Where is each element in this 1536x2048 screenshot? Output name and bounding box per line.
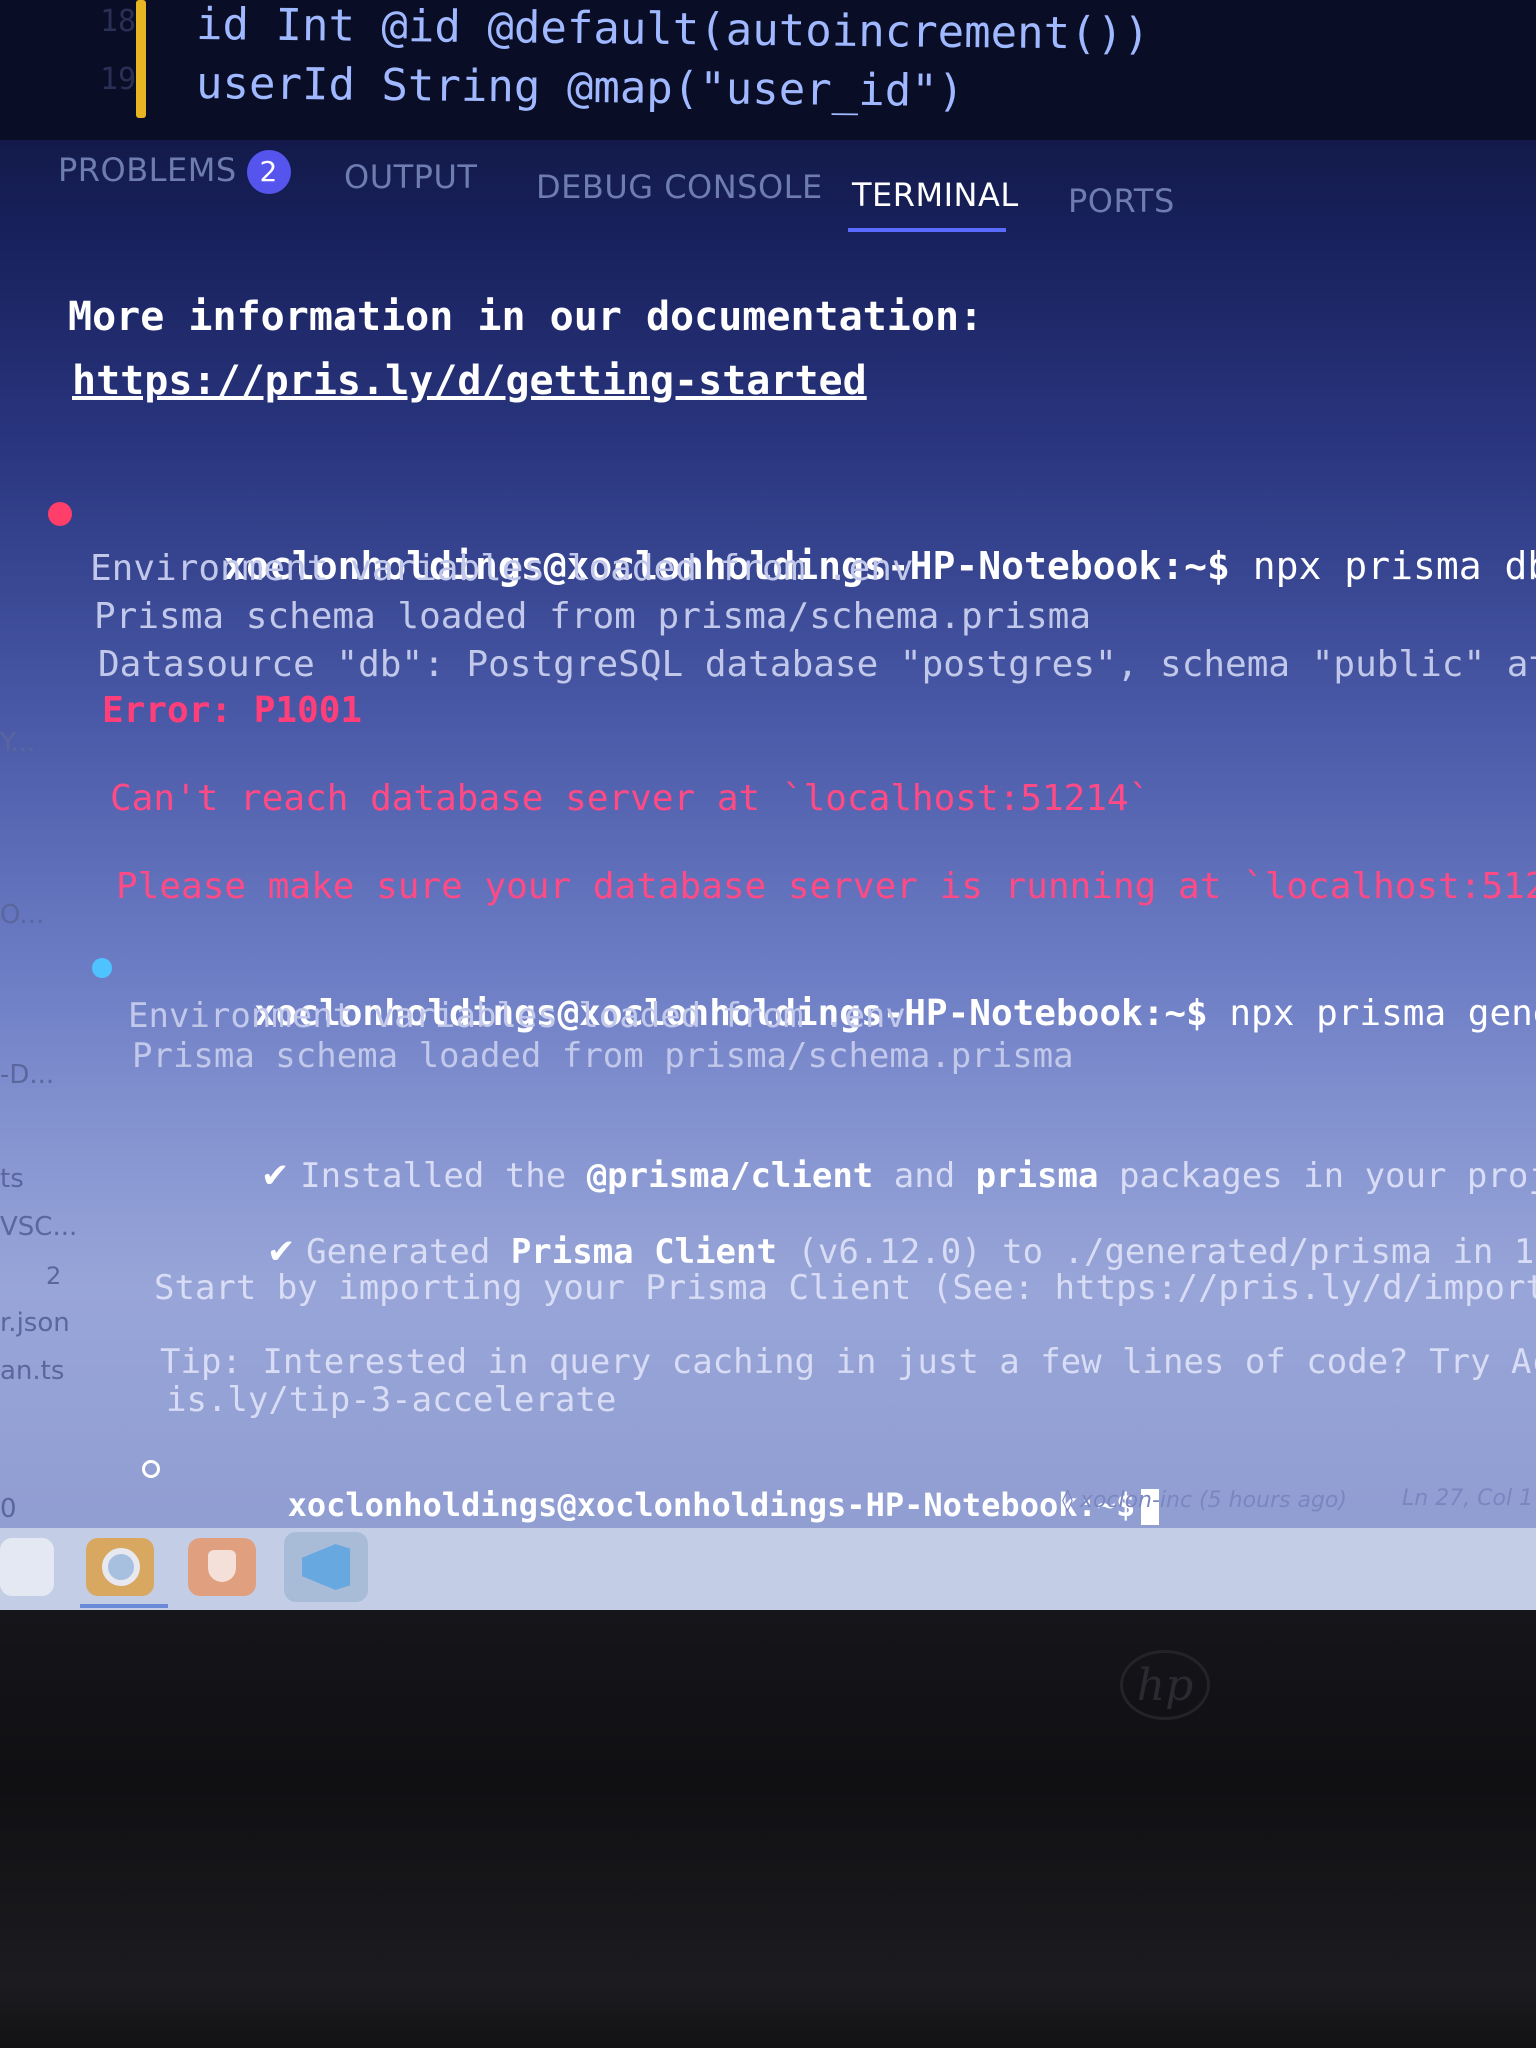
sidebar-item[interactable]: Y... xyxy=(0,728,35,758)
vscode-icon[interactable] xyxy=(284,1532,368,1602)
text: and xyxy=(873,1156,976,1196)
output-line: is.ly/tip-3-accelerate xyxy=(166,1380,617,1420)
text: (v6.12.0) to ./generated/prisma in 145ms xyxy=(776,1232,1536,1272)
vscode-logo xyxy=(302,1544,350,1590)
output-line: Datasource "db": PostgreSQL database "po… xyxy=(98,644,1536,685)
tab-label: PROBLEMS xyxy=(58,151,237,189)
success-status-icon xyxy=(92,958,112,978)
text: Generated xyxy=(306,1232,511,1272)
output-line: Prisma schema loaded from prisma/schema.… xyxy=(132,1036,1074,1076)
code-line: id Int @id @default(autoincrement()) xyxy=(195,0,1150,60)
tab-debug-console[interactable]: DEBUG CONSOLE xyxy=(536,168,823,206)
active-tab-indicator xyxy=(848,228,1006,232)
active-app-indicator xyxy=(80,1604,168,1608)
tab-output[interactable]: OUTPUT xyxy=(344,158,477,196)
tab-ports[interactable]: PORTS xyxy=(1068,182,1175,220)
line-number: 18 xyxy=(100,4,137,39)
sidebar-item[interactable]: -D... xyxy=(0,1060,54,1090)
problems-count-badge: 2 xyxy=(246,150,291,194)
chrome-icon[interactable] xyxy=(86,1538,154,1596)
output-line: Tip: Interested in query caching in just… xyxy=(160,1342,1536,1382)
output-line: Environment variables loaded from .env xyxy=(128,996,906,1036)
idle-status-icon xyxy=(142,1460,160,1478)
git-branch-icon: ◊ xyxy=(1062,1488,1080,1513)
sidebar-item[interactable]: O... xyxy=(0,900,44,930)
output-line: Prisma schema loaded from prisma/schema.… xyxy=(94,596,1091,637)
code-line: userId String @map("user_id") xyxy=(195,57,965,118)
git-status[interactable]: ◊ xoclon-inc (5 hours ago) xyxy=(1062,1488,1347,1513)
sidebar-item[interactable]: VSC... xyxy=(0,1212,77,1242)
shell-command: npx prisma generate xyxy=(1229,993,1536,1034)
checkmark-icon: ✔ xyxy=(266,1232,307,1272)
tab-problems[interactable]: PROBLEMS 2 xyxy=(58,150,291,194)
checkmark-icon: ✔ xyxy=(260,1156,301,1196)
hp-logo: hp xyxy=(1120,1650,1210,1720)
sidebar-item[interactable]: 0 xyxy=(0,1494,17,1524)
output-line: Environment variables loaded from .env xyxy=(90,548,914,589)
tab-terminal[interactable]: TERMINAL xyxy=(852,176,1019,214)
output-line: Start by importing your Prisma Client (S… xyxy=(154,1268,1536,1308)
shell-command: npx prisma db push xyxy=(1252,544,1536,588)
line-number: 19 xyxy=(100,62,137,97)
sidebar-item[interactable]: an.ts xyxy=(0,1356,64,1386)
client-name: Prisma Client xyxy=(510,1232,777,1272)
brave-icon[interactable] xyxy=(188,1538,256,1596)
doc-link[interactable]: https://pris.ly/d/getting-started xyxy=(72,358,867,404)
sidebar-badge: 2 xyxy=(46,1262,62,1290)
brave-logo xyxy=(208,1550,236,1582)
git-change-marker xyxy=(136,0,146,118)
code-editor[interactable]: 18 19 id Int @id @default(autoincrement(… xyxy=(0,0,1536,140)
laptop-screen: 18 19 id Int @id @default(autoincrement(… xyxy=(0,0,1536,1610)
error-message: Please make sure your database server is… xyxy=(116,866,1536,907)
error-code: Error: P1001 xyxy=(102,690,363,731)
package-name: @prisma/client xyxy=(586,1156,874,1196)
sidebar-item[interactable]: ts xyxy=(0,1164,24,1194)
error-status-icon xyxy=(48,502,72,526)
app-menu-icon[interactable] xyxy=(0,1538,54,1596)
text: packages in your project xyxy=(1118,1156,1536,1196)
git-blame-text: xoclon-inc (5 hours ago) xyxy=(1079,1488,1347,1513)
text: Installed the xyxy=(300,1156,587,1196)
doc-heading: More information in our documentation: xyxy=(68,294,984,340)
package-name: prisma xyxy=(975,1156,1099,1196)
chrome-logo xyxy=(102,1548,140,1586)
sidebar-item[interactable]: r.json xyxy=(0,1308,70,1338)
laptop-bezel xyxy=(0,1610,1536,2048)
error-message: Can't reach database server at `localhos… xyxy=(110,778,1151,819)
shell-prompt: xoclonholdings@xoclonholdings-HP-Noteboo… xyxy=(287,1486,1136,1524)
cursor-position[interactable]: Ln 27, Col 1 xyxy=(1402,1486,1533,1511)
